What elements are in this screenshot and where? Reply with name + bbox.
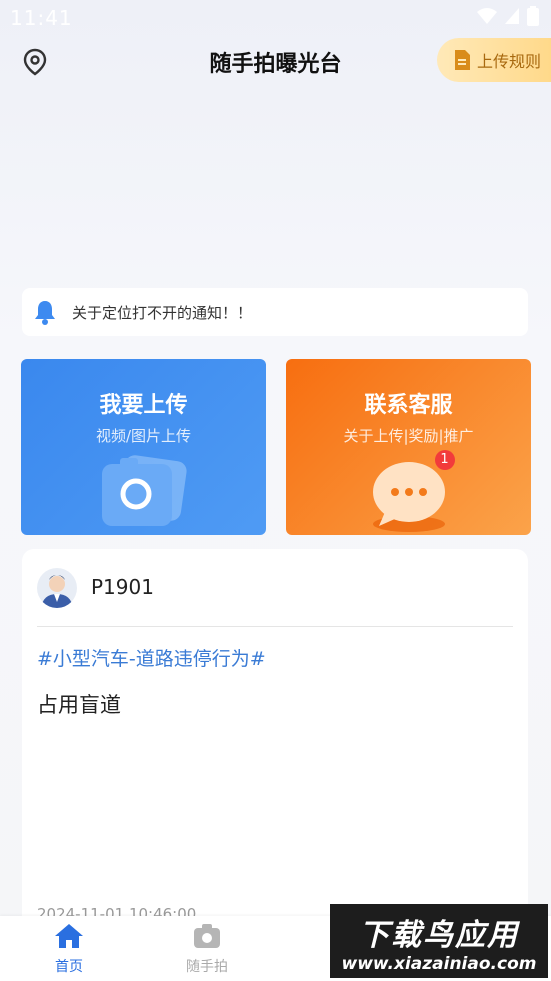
signal-icon: [505, 8, 519, 24]
battery-icon: [527, 6, 539, 26]
post-content: 占用盲道: [37, 693, 121, 717]
upload-card-title: 我要上传: [99, 393, 188, 418]
status-time: 11:41: [10, 6, 73, 30]
wifi-icon: [477, 8, 497, 24]
upload-card-subtitle: 视频/图片上传: [95, 427, 192, 445]
service-card-subtitle: 关于上传|奖励|推广: [343, 427, 474, 445]
bell-icon: [35, 301, 55, 325]
notice-bar[interactable]: 关于定位打不开的通知！！: [22, 288, 528, 336]
notice-text: 关于定位打不开的通知！！: [72, 303, 253, 322]
header: 随手拍曝光台 上传规则: [0, 38, 551, 86]
watermark-main: 下载鸟应用: [359, 918, 519, 953]
tab-home[interactable]: 首页: [19, 922, 119, 976]
home-icon: [55, 924, 83, 948]
tab-snapshot[interactable]: 随手拍: [157, 922, 257, 976]
upload-card[interactable]: 我要上传 视频/图片上传: [21, 359, 266, 535]
document-icon: [454, 50, 470, 70]
upload-rules-button[interactable]: 上传规则: [436, 38, 551, 82]
chat-bubble-icon: 1: [359, 450, 459, 535]
notification-badge: 1: [434, 450, 455, 470]
status-bar: 11:41: [0, 0, 551, 38]
status-icons: [477, 6, 539, 26]
upload-rules-label: 上传规则: [476, 52, 541, 71]
post-username: P1901: [91, 575, 154, 599]
divider: [37, 626, 513, 627]
avatar: [37, 568, 77, 608]
camera-icon: [101, 455, 187, 526]
tab-home-label: 首页: [55, 959, 83, 975]
watermark-url: www.xiazainiao.com: [341, 954, 537, 974]
post-tag[interactable]: #小型汽车-道路违停行为#: [37, 644, 266, 671]
camera-tab-icon: [194, 924, 220, 948]
tab-snapshot-label: 随手拍: [186, 959, 228, 975]
watermark: 下载鸟应用 www.xiazainiao.com: [330, 904, 548, 978]
customer-service-card[interactable]: 联系客服 关于上传|奖励|推广 1: [286, 359, 531, 535]
service-card-title: 联系客服: [364, 393, 453, 418]
